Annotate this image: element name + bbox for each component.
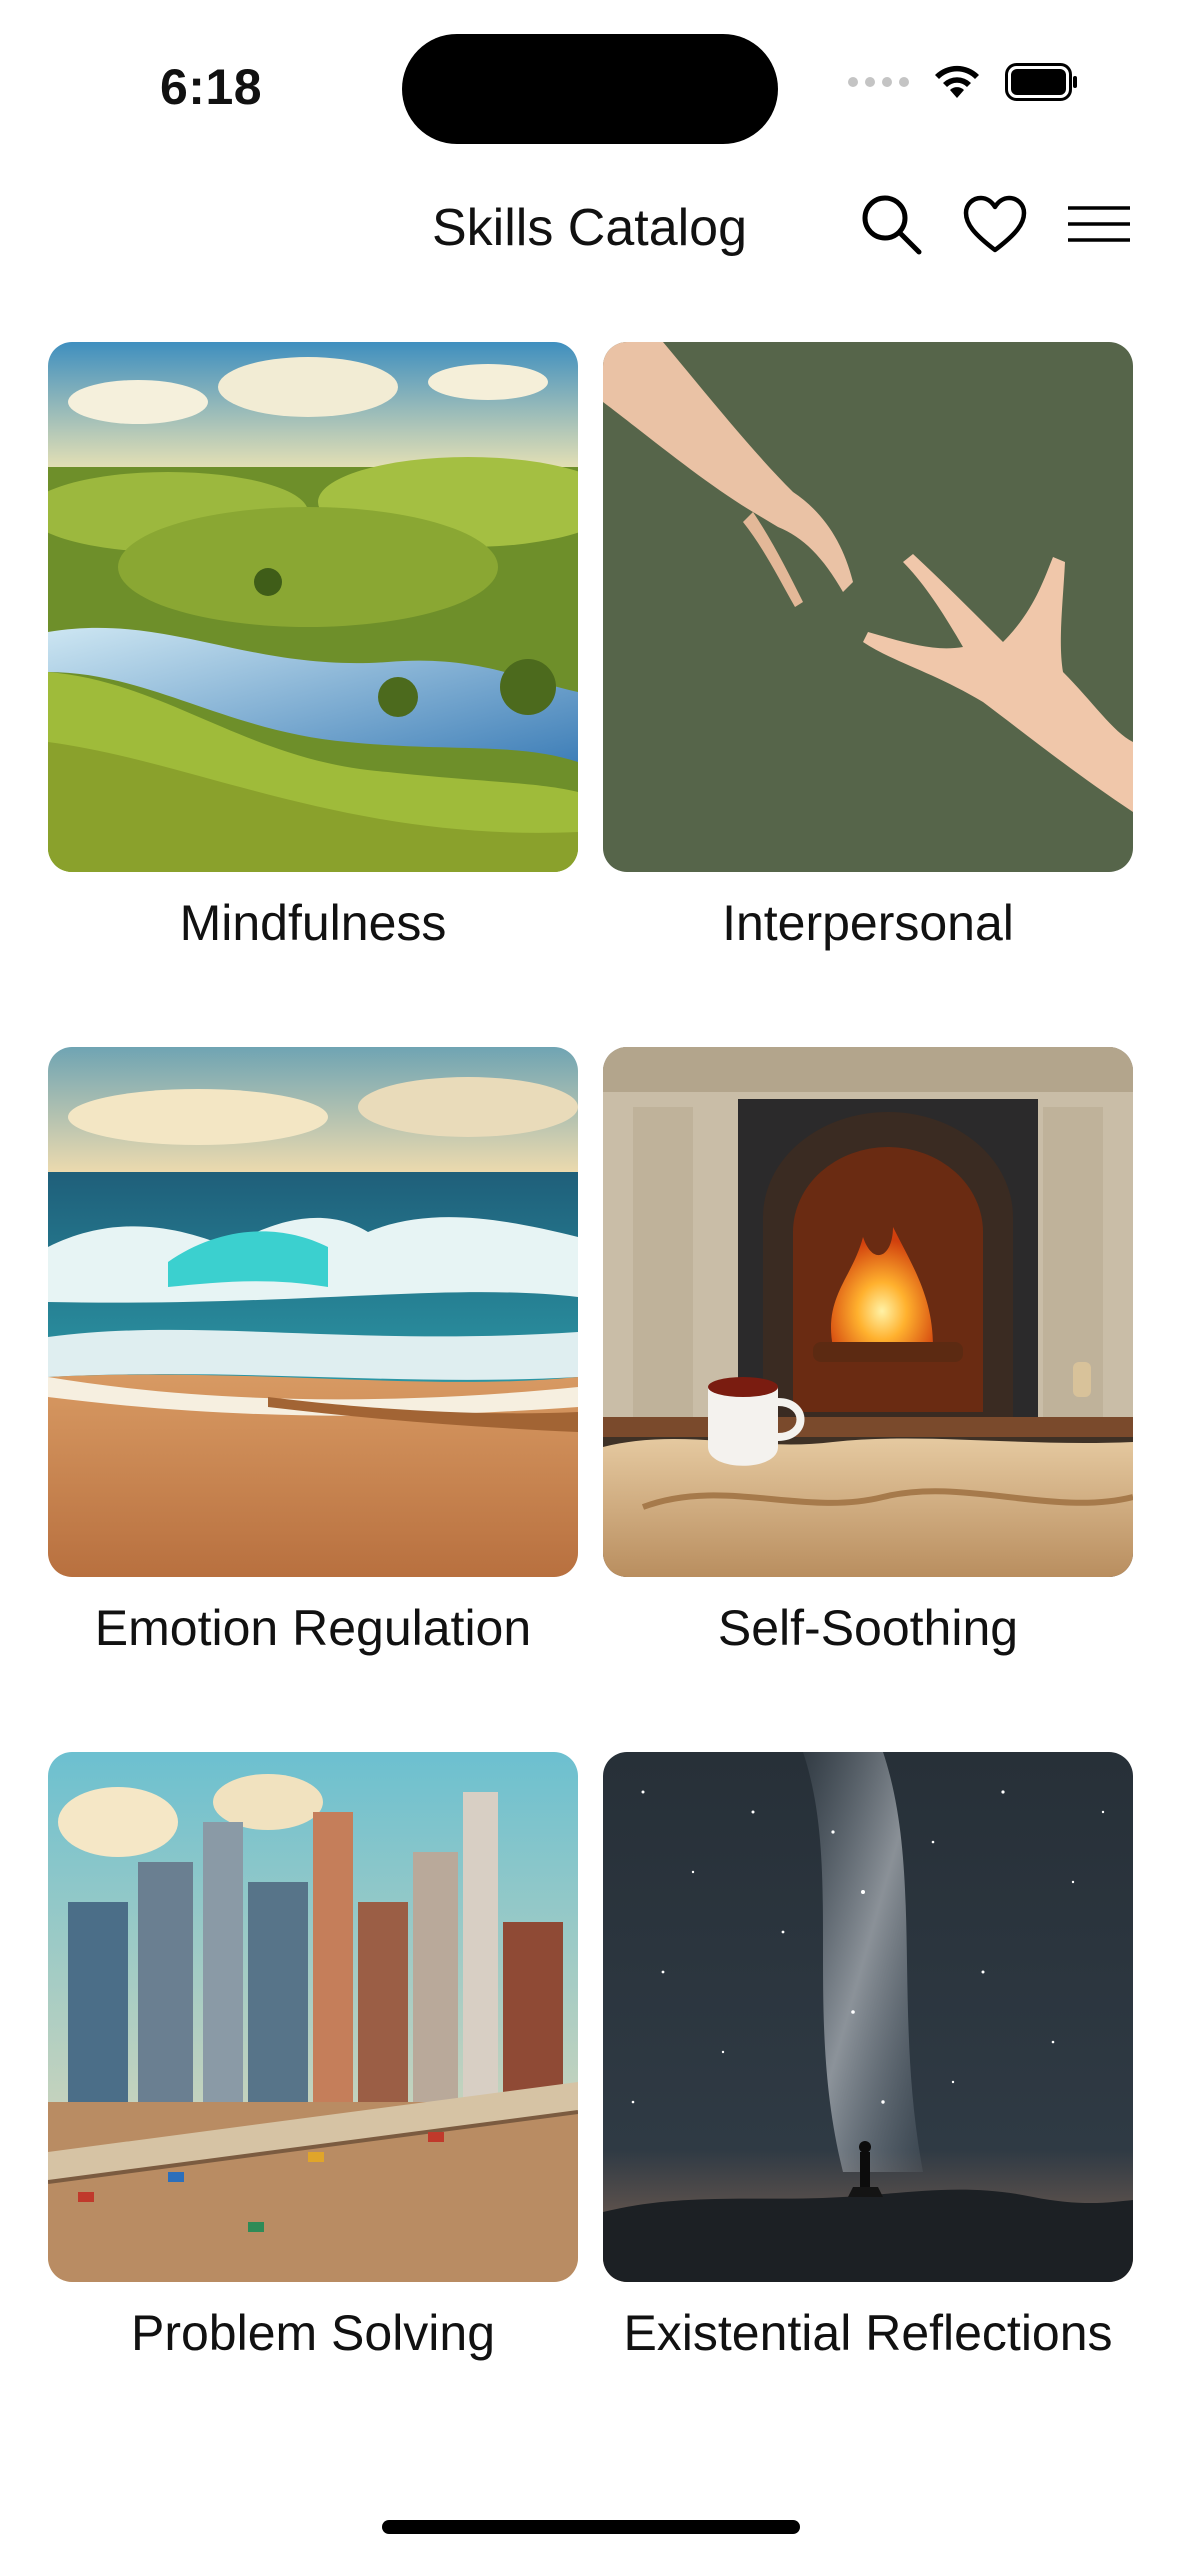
wifi-icon <box>935 65 979 98</box>
skill-card-self-soothing[interactable]: Self-Soothing <box>603 1047 1133 1752</box>
menu-button[interactable] <box>1065 190 1133 258</box>
skill-label: Interpersonal <box>722 895 1014 951</box>
status-bar: 6:18 <box>0 0 1179 150</box>
search-icon <box>862 195 922 255</box>
skill-label: Emotion Regulation <box>94 1600 532 1656</box>
skill-card-problem-solving[interactable]: Problem Solving <box>48 1752 578 2457</box>
skill-card-emotion-regulation[interactable]: Emotion Regulation <box>48 1047 578 1752</box>
skill-card-mindfulness[interactable]: Mindfulness <box>48 342 578 1047</box>
signal-dots-icon <box>848 77 909 87</box>
hamburger-menu-icon <box>1068 206 1130 242</box>
mindfulness-image <box>48 342 578 872</box>
header: Skills Catalog <box>0 170 1179 280</box>
dynamic-island <box>402 34 778 144</box>
skill-label: Mindfulness <box>179 895 447 951</box>
status-icons <box>848 62 1079 102</box>
skills-grid: Mindfulness Interpersonal Emotion Regula… <box>48 342 1133 2457</box>
interpersonal-image <box>603 342 1133 872</box>
skill-label: Self-Soothing <box>717 1600 1019 1656</box>
skill-label: Problem Solving <box>130 2305 496 2361</box>
heart-icon <box>963 195 1027 253</box>
skill-label: Existential Reflections <box>623 2305 1113 2361</box>
existential-reflections-image <box>603 1752 1133 2282</box>
search-button[interactable] <box>857 190 925 258</box>
status-time: 6:18 <box>160 59 263 115</box>
emotion-regulation-image <box>48 1047 578 1577</box>
self-soothing-image <box>603 1047 1133 1577</box>
header-actions <box>857 190 1133 258</box>
skill-card-interpersonal[interactable]: Interpersonal <box>603 342 1133 1047</box>
home-indicator[interactable] <box>382 2520 800 2534</box>
problem-solving-image <box>48 1752 578 2282</box>
battery-icon <box>1005 63 1077 101</box>
skill-card-existential-reflections[interactable]: Existential Reflections <box>603 1752 1133 2457</box>
favorites-button[interactable] <box>961 190 1029 258</box>
